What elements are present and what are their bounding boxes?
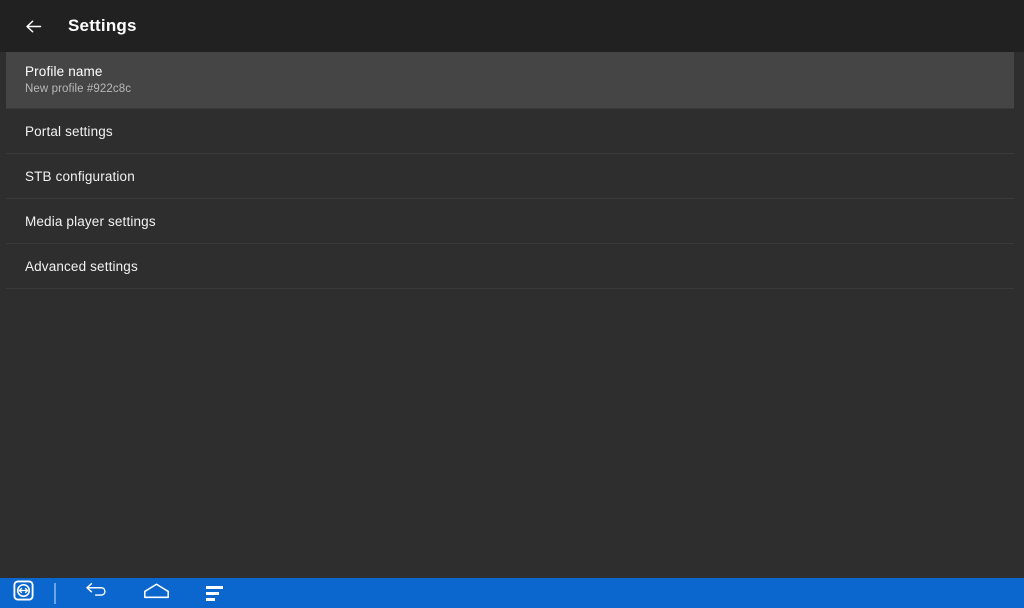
list-item-label: Advanced settings [25,258,138,274]
arrow-left-icon [23,16,44,37]
nav-recents-button[interactable] [196,580,232,606]
nav-home-button[interactable] [138,580,174,606]
list-item-profile-name[interactable]: Profile name New profile #922c8c [6,52,1014,108]
nav-back-button[interactable] [80,580,116,606]
list-item-title: Profile name [25,64,103,79]
page-title: Settings [68,16,137,35]
teamviewer-button[interactable] [13,580,34,606]
navbar-divider [54,582,56,604]
system-navigation-bar [0,578,1024,608]
list-item-portal-settings[interactable]: Portal settings [0,109,1024,153]
list-item-label: Media player settings [25,213,156,229]
list-item-media-player-settings[interactable]: Media player settings [0,199,1024,243]
list-item-subtitle: New profile #922c8c [25,83,132,95]
android-home-icon [143,582,170,605]
list-item-label: STB configuration [25,168,135,184]
list-item-label: Portal settings [25,123,113,139]
teamviewer-icon [13,580,34,606]
list-item-stb-configuration[interactable]: STB configuration [0,154,1024,198]
settings-list: Profile name New profile #922c8c Portal … [0,52,1024,289]
android-back-icon [85,582,111,605]
app-bar: Settings [0,0,1024,52]
android-recents-icon [205,585,223,601]
settings-content: Profile name New profile #922c8c Portal … [0,52,1024,578]
settings-screen: Settings Profile name New profile #922c8… [0,0,1024,608]
back-button[interactable] [18,11,48,41]
list-divider [6,288,1014,289]
list-item-advanced-settings[interactable]: Advanced settings [0,244,1024,288]
